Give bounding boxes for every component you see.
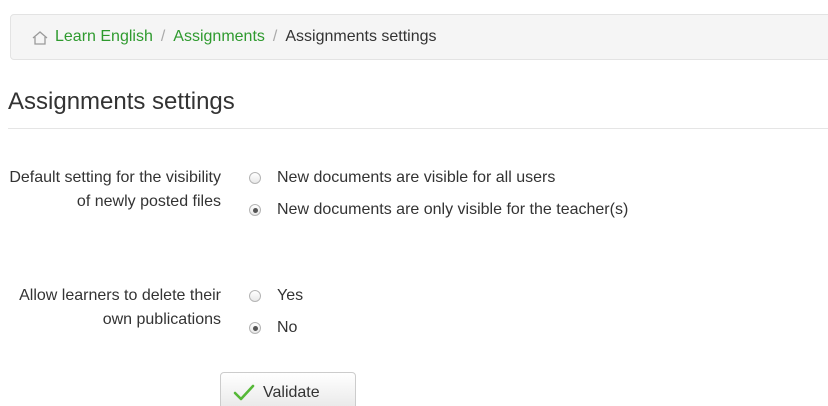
visibility-option-all-users[interactable]: New documents are visible for all users (249, 166, 628, 190)
visibility-setting-label: Default setting for the visibility of ne… (9, 169, 221, 210)
deletion-option-no[interactable]: No (249, 316, 303, 340)
title-divider (8, 128, 828, 129)
page-title: Assignments settings (8, 88, 235, 115)
breadcrumb-link-learn-english[interactable]: Learn English (55, 28, 153, 46)
option-label: Yes (277, 287, 304, 304)
radio-button[interactable] (249, 172, 261, 184)
deletion-options: Yes No (249, 284, 303, 348)
breadcrumb-link-assignments[interactable]: Assignments (173, 28, 265, 46)
visibility-option-teachers-only[interactable]: New documents are only visible for the t… (249, 198, 628, 222)
option-label: New documents are only visible for the t… (277, 201, 629, 218)
radio-button-selected[interactable] (249, 322, 261, 334)
option-label: No (277, 319, 298, 336)
breadcrumb-separator: / (272, 28, 278, 45)
deletion-setting-label: Allow learners to delete their own publi… (19, 287, 221, 328)
checkmark-icon (233, 384, 255, 402)
visibility-options: New documents are visible for all users … (249, 166, 628, 230)
breadcrumb-current: Assignments settings (285, 28, 437, 45)
deletion-option-yes[interactable]: Yes (249, 284, 303, 308)
radio-button-selected[interactable] (249, 204, 261, 216)
breadcrumb-separator: / (160, 28, 166, 45)
home-icon[interactable] (31, 29, 49, 47)
validate-label: Validate (263, 384, 320, 401)
radio-button[interactable] (249, 290, 261, 302)
validate-button[interactable]: Validate (220, 372, 356, 406)
breadcrumb: Learn English / Assignments / Assignment… (10, 14, 828, 60)
option-label: New documents are visible for all users (277, 169, 556, 186)
page: Learn English / Assignments / Assignment… (0, 0, 828, 406)
